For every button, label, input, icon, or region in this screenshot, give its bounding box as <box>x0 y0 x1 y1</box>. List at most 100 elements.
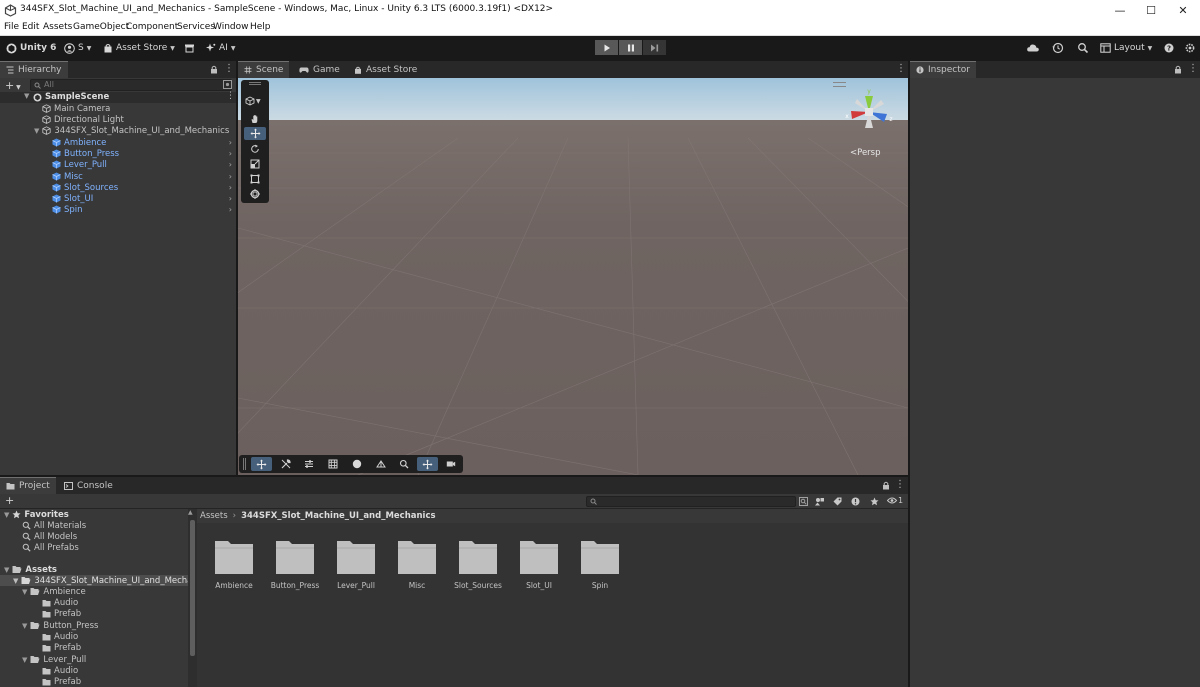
folder-tile-spin[interactable]: Spin <box>570 539 630 590</box>
move-tool-button[interactable] <box>244 127 266 140</box>
kebab-menu-icon[interactable]: ⋮ <box>896 63 906 74</box>
tree-folder-prefab[interactable]: Prefab <box>42 642 81 653</box>
hidden-packages-toggle[interactable]: 1 <box>887 496 903 505</box>
tree-folder-ambience[interactable]: ▼ Ambience <box>22 586 86 597</box>
hierarchy-item-directional-light[interactable]: Directional Light <box>42 114 124 125</box>
menu-services[interactable]: Services <box>177 22 215 32</box>
overlay-gizmos-button[interactable] <box>417 457 438 471</box>
overlay-shading-button[interactable] <box>346 457 367 471</box>
orientation-gizmo[interactable]: y x z <box>843 88 895 138</box>
settings-button[interactable] <box>1183 41 1197 55</box>
menu-file[interactable]: File <box>4 22 19 32</box>
drag-handle-icon[interactable] <box>243 458 246 470</box>
folder-tile-lever-pull[interactable]: Lever_Pull <box>326 539 386 590</box>
folder-tile-ambience[interactable]: Ambience <box>204 539 264 590</box>
hierarchy-item-root-object[interactable]: ▼ 344SFX_Slot_Machine_UI_and_Mechanics <box>34 125 229 136</box>
hierarchy-item-main-camera[interactable]: Main Camera <box>42 103 110 114</box>
chevron-right-icon[interactable]: › <box>229 194 232 203</box>
search-button[interactable] <box>1076 41 1090 55</box>
tab-hierarchy[interactable]: Hierarchy <box>0 61 68 78</box>
tab-inspector[interactable]: Inspector <box>910 61 976 78</box>
rect-tool-button[interactable] <box>244 172 266 185</box>
chevron-right-icon[interactable]: › <box>229 138 232 147</box>
tree-assets[interactable]: ▼ Assets <box>4 564 57 575</box>
step-button[interactable] <box>643 40 666 55</box>
favorite-all-prefabs[interactable]: All Prefabs <box>22 542 79 553</box>
tree-favorites[interactable]: ▼ Favorites <box>4 509 69 520</box>
hand-tool-button[interactable] <box>244 112 266 125</box>
overlay-tools-button[interactable] <box>275 457 296 471</box>
tree-scrollbar-track[interactable]: ▲ <box>188 509 197 687</box>
kebab-menu-icon[interactable]: ⋮ <box>895 479 905 490</box>
kebab-menu-icon[interactable]: ⋮ <box>224 63 234 74</box>
scene-visibility-icon[interactable] <box>223 80 232 89</box>
view-options-dropdown[interactable]: ▼ <box>245 95 267 107</box>
ai-dropdown[interactable]: AI ▼ <box>206 40 235 56</box>
scene-menu-icon[interactable]: ⋮ <box>226 91 235 101</box>
search-scope-icon[interactable] <box>799 497 808 506</box>
hierarchy-prefab-lever-pull[interactable]: Lever_Pull › <box>52 159 236 170</box>
scale-tool-button[interactable] <box>244 157 266 170</box>
lock-icon[interactable] <box>210 65 218 74</box>
lock-icon[interactable] <box>882 481 890 490</box>
chevron-right-icon[interactable]: › <box>229 172 232 181</box>
overlay-search-button[interactable] <box>393 457 414 471</box>
lock-icon[interactable] <box>1174 65 1182 74</box>
minimize-button[interactable]: — <box>1103 0 1137 21</box>
layout-dropdown[interactable]: Layout ▼ <box>1100 40 1152 56</box>
tab-scene[interactable]: Scene <box>238 61 290 78</box>
tab-project[interactable]: Project <box>0 477 56 494</box>
unity-account-button[interactable]: Unity 6 <box>6 40 56 56</box>
drag-handle-icon[interactable] <box>249 82 261 85</box>
tree-folder-audio[interactable]: Audio <box>42 631 78 642</box>
filter-by-label-icon[interactable] <box>833 497 842 506</box>
overlay-draw-mode-button[interactable] <box>370 457 391 471</box>
folder-tile-slot-ui[interactable]: Slot_UI <box>509 539 569 590</box>
scene-viewport[interactable] <box>238 78 908 475</box>
hierarchy-prefab-spin[interactable]: Spin › <box>52 204 236 215</box>
chevron-right-icon[interactable]: › <box>229 205 232 214</box>
tab-asset-store[interactable]: Asset Store <box>348 61 423 78</box>
hierarchy-search-input[interactable]: All <box>30 79 232 91</box>
menu-component[interactable]: Component <box>126 22 178 32</box>
tree-folder-button-press[interactable]: ▼ Button_Press <box>22 620 98 631</box>
menu-gameobject[interactable]: GameObject <box>73 22 129 32</box>
projection-toggle[interactable]: <Persp <box>850 148 881 158</box>
tree-folder-prefab[interactable]: Prefab <box>42 676 81 687</box>
version-control-button[interactable] <box>184 40 195 56</box>
chevron-right-icon[interactable]: › <box>229 160 232 169</box>
folder-tile-slot-sources[interactable]: Slot_Sources <box>448 539 508 590</box>
create-object-button[interactable]: + ▼ <box>5 79 21 92</box>
overlay-camera-button[interactable] <box>440 457 461 471</box>
menu-help[interactable]: Help <box>250 22 271 32</box>
tree-selected-root[interactable]: ▼ 344SFX_Slot_Machine_UI_and_Mechanics <box>0 575 209 586</box>
cloud-services-button[interactable] <box>1026 41 1040 55</box>
menu-window[interactable]: Window <box>213 22 249 32</box>
account-dropdown[interactable]: S ▼ <box>64 40 91 56</box>
overlay-grid-button[interactable] <box>322 457 343 471</box>
favorite-all-materials[interactable]: All Materials <box>22 520 86 531</box>
warning-filter-icon[interactable] <box>851 497 860 506</box>
undo-history-button[interactable] <box>1051 41 1065 55</box>
hierarchy-prefab-slot-ui[interactable]: Slot_UI › <box>52 193 236 204</box>
favorite-all-models[interactable]: All Models <box>22 531 77 542</box>
tree-folder-audio[interactable]: Audio <box>42 665 78 676</box>
pause-button[interactable] <box>619 40 642 55</box>
menu-edit[interactable]: Edit <box>22 22 39 32</box>
hierarchy-prefab-button-press[interactable]: Button_Press › <box>52 148 236 159</box>
menu-assets[interactable]: Assets <box>43 22 72 32</box>
hierarchy-prefab-slot-sources[interactable]: Slot_Sources › <box>52 182 236 193</box>
hierarchy-prefab-ambience[interactable]: Ambience › <box>52 137 236 148</box>
breadcrumb-current[interactable]: 344SFX_Slot_Machine_UI_and_Mechanics <box>241 511 435 521</box>
tree-folder-audio[interactable]: Audio <box>42 597 78 608</box>
tree-folder-lever-pull[interactable]: ▼ Lever_Pull <box>22 654 86 665</box>
folder-tile-misc[interactable]: Misc <box>387 539 447 590</box>
help-button[interactable]: ? <box>1162 41 1176 55</box>
tree-folder-prefab[interactable]: Prefab <box>42 608 81 619</box>
maximize-button[interactable]: ☐ <box>1134 0 1168 21</box>
breadcrumb-assets[interactable]: Assets <box>200 511 228 521</box>
transform-tool-button[interactable] <box>244 187 266 200</box>
scene-header-row[interactable]: ▼ SampleScene ⋮ <box>0 91 236 103</box>
close-window-button[interactable]: ✕ <box>1166 0 1200 21</box>
project-search-input[interactable] <box>586 496 796 507</box>
